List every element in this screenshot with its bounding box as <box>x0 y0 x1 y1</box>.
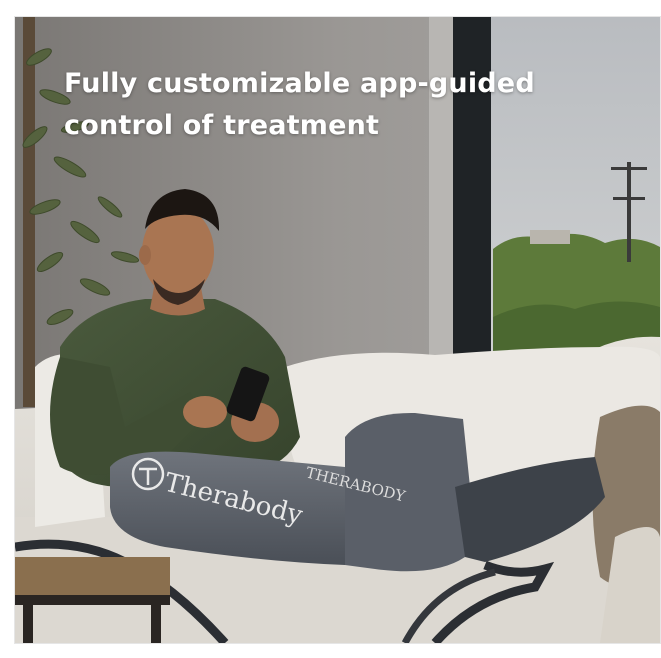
headline-line-2: control of treatment <box>64 110 380 141</box>
headline-line-1: Fully customizable app-guided <box>64 68 535 99</box>
product-image-frame: Therabody THERABODY Fully customizable a… <box>14 16 661 644</box>
headline: Fully customizable app-guided control of… <box>64 63 584 147</box>
